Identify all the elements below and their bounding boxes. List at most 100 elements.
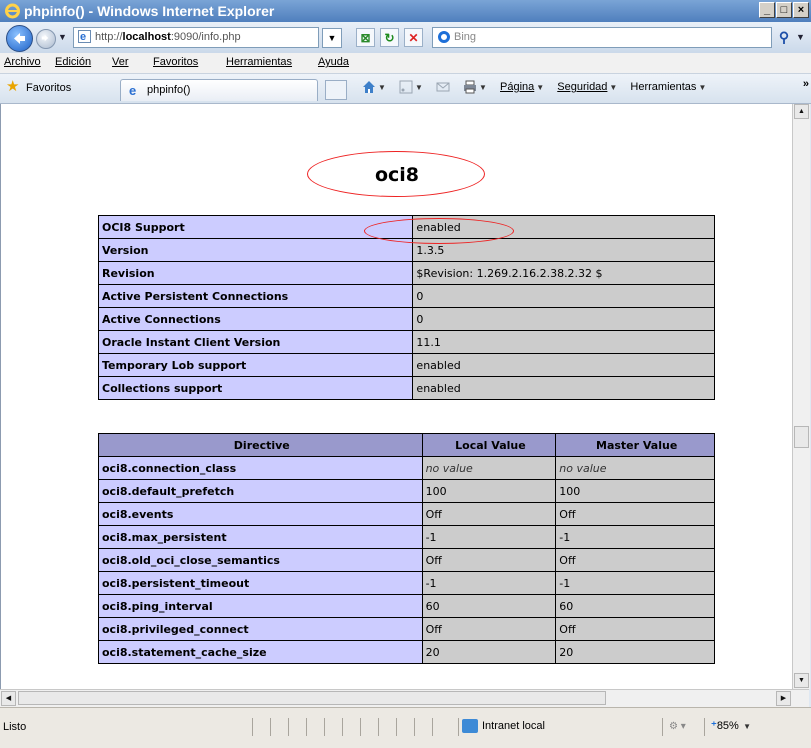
info-value: 11.1: [412, 330, 715, 354]
home-icon: [363, 81, 375, 93]
tools-menu[interactable]: Herramientas ▼: [630, 81, 706, 93]
print-icon: [464, 80, 477, 94]
window-title-bar: phpinfo() - Windows Internet Explorer _ □…: [0, 0, 811, 22]
info-row: Active Connections 0: [97, 307, 715, 331]
menu-herramientas[interactable]: Herramientas: [226, 56, 292, 68]
vertical-scrollbar[interactable]: ▲ ▼: [792, 104, 810, 689]
directive-name: oci8.statement_cache_size: [98, 640, 423, 664]
horizontal-scrollbar[interactable]: ◀ ▶: [0, 689, 809, 707]
info-value: enabled: [412, 376, 715, 400]
no-value-text: no value: [559, 461, 607, 475]
address-bar[interactable]: http://localhost:9090/info.php: [73, 27, 319, 48]
home-button[interactable]: ▼: [362, 80, 386, 94]
stop-icon[interactable]: ✕: [404, 28, 423, 47]
back-arrow-icon: [14, 33, 25, 44]
compatibility-view-icon[interactable]: ⊠: [356, 28, 375, 47]
status-pane: [270, 718, 285, 736]
scroll-right-icon[interactable]: ▶: [776, 691, 791, 706]
minimize-button[interactable]: _: [759, 2, 775, 18]
security-menu[interactable]: Seguridad ▼: [557, 81, 617, 93]
intranet-zone-icon: [462, 719, 478, 733]
more-commands-chevron-icon[interactable]: »: [803, 78, 809, 90]
menu-ayuda[interactable]: Ayuda: [318, 56, 349, 68]
mail-button[interactable]: [436, 80, 450, 94]
info-row: Revision $Revision: 1.269.2.16.2.38.2.32 …: [97, 261, 715, 285]
directive-name: oci8.default_prefetch: [98, 479, 423, 503]
info-row: Collections support enabled: [97, 376, 715, 400]
print-button[interactable]: ▼: [463, 80, 487, 94]
bing-icon: [438, 31, 450, 43]
zoom-control[interactable]: ⁺85% ▼: [704, 718, 808, 736]
directive-master-value: Off: [555, 548, 715, 572]
menu-favoritos[interactable]: Favoritos: [153, 56, 198, 68]
feeds-button[interactable]: ▼: [399, 80, 423, 94]
favorites-button[interactable]: ★ Favoritos: [6, 78, 72, 96]
status-pane: [396, 718, 411, 736]
header-directive: Directive: [98, 433, 423, 457]
status-pane: [414, 718, 429, 736]
back-button[interactable]: [6, 25, 33, 52]
info-row: Temporary Lob support enabled: [97, 353, 715, 377]
menu-ver[interactable]: Ver: [112, 56, 129, 68]
status-pane: [324, 718, 339, 736]
info-key: Active Connections: [97, 307, 414, 331]
oci8-directives-table: Directive Local Value Master Value oci8.…: [98, 433, 715, 664]
address-rest: :9090/info.php: [170, 31, 241, 43]
menu-archivo[interactable]: Archivo: [4, 56, 41, 68]
vertical-scroll-thumb[interactable]: [794, 426, 809, 448]
refresh-icon[interactable]: ↻: [380, 28, 399, 47]
page-menu[interactable]: Página ▼: [500, 81, 544, 93]
directive-local-value: 60: [421, 594, 557, 618]
scroll-left-icon[interactable]: ◀: [1, 691, 16, 706]
info-key: Collections support: [97, 376, 414, 400]
favorites-label: Favoritos: [26, 81, 72, 94]
new-tab-button[interactable]: [325, 80, 347, 100]
directive-local-value: Off: [421, 617, 557, 641]
info-row: Oracle Instant Client Version 11.1: [97, 330, 715, 354]
directive-local-value: -1: [421, 525, 557, 549]
directive-local-value: 100: [421, 479, 557, 503]
menu-edicion[interactable]: Edición: [55, 56, 91, 68]
tab-phpinfo[interactable]: e phpinfo(): [120, 79, 318, 101]
directive-row: oci8.old_oci_close_semantics Off Off: [98, 548, 715, 572]
info-value: 0: [412, 284, 715, 308]
directive-local-value: Off: [421, 502, 557, 526]
scroll-down-icon[interactable]: ▼: [794, 673, 809, 688]
zoom-dropdown-icon: ▼: [740, 722, 751, 731]
status-pane: [288, 718, 303, 736]
info-value: 0: [412, 307, 715, 331]
directive-master-value: 60: [555, 594, 715, 618]
directive-master-value: -1: [555, 525, 715, 549]
recent-pages-dropdown-icon[interactable]: ▼: [58, 32, 67, 42]
directive-local-value: -1: [421, 571, 557, 595]
security-zone[interactable]: Intranet local: [458, 718, 649, 736]
horizontal-scroll-thumb[interactable]: [18, 691, 606, 705]
search-icon[interactable]: ⚲: [774, 27, 794, 47]
address-dropdown-icon[interactable]: ▼: [322, 28, 342, 48]
directives-header-row: Directive Local Value Master Value: [98, 433, 715, 457]
directive-name: oci8.events: [98, 502, 423, 526]
forward-button[interactable]: [36, 29, 56, 49]
no-value-text: no value: [425, 461, 473, 475]
status-pane: [252, 718, 267, 736]
info-key: Active Persistent Connections: [97, 284, 414, 308]
status-pane: [432, 718, 447, 736]
directive-local-value: 20: [421, 640, 557, 664]
maximize-button[interactable]: □: [776, 2, 792, 18]
close-button[interactable]: ×: [793, 2, 809, 18]
directive-local-value: Off: [421, 548, 557, 572]
window-title: phpinfo() - Windows Internet Explorer: [24, 3, 275, 19]
directive-master-value: 100: [555, 479, 715, 503]
status-pane: [378, 718, 393, 736]
directive-name: oci8.privileged_connect: [98, 617, 423, 641]
favorites-star-icon: ★: [6, 78, 20, 95]
scroll-up-icon[interactable]: ▲: [794, 104, 809, 119]
search-input[interactable]: Bing: [432, 27, 772, 48]
protected-mode-icon[interactable]: ⚙ ▾: [662, 718, 702, 736]
status-pane: [306, 718, 321, 736]
directive-name: oci8.connection_class: [98, 456, 423, 480]
info-value: $Revision: 1.269.2.16.2.38.2.32 $: [412, 261, 715, 285]
menu-bar: Archivo Edición Ver Favoritos Herramient…: [0, 53, 811, 74]
info-row: Active Persistent Connections 0: [97, 284, 715, 308]
search-options-dropdown-icon[interactable]: ▼: [796, 27, 808, 47]
